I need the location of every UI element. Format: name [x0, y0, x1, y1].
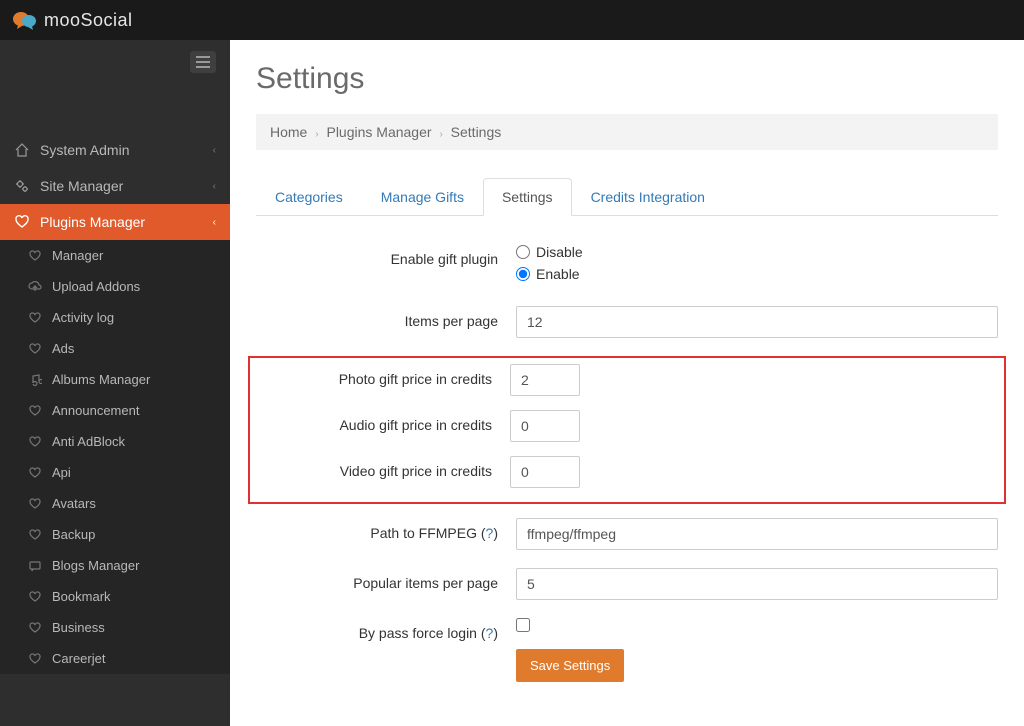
sidebar-sub-label: Activity log — [52, 310, 114, 325]
sidebar-sub-backup[interactable]: Backup — [0, 519, 230, 550]
enable-plugin-label: Enable gift plugin — [256, 244, 516, 267]
sidebar-label: System Admin — [40, 142, 129, 158]
sidebar-sub-api[interactable]: Api — [0, 457, 230, 488]
heart-icon — [28, 435, 42, 449]
sidebar-item-site-manager[interactable]: Site Manager ‹ — [0, 168, 230, 204]
ffmpeg-path-input[interactable] — [516, 518, 998, 550]
tab-settings[interactable]: Settings — [483, 178, 572, 216]
sidebar-item-plugins-manager[interactable]: Plugins Manager ‹ — [0, 204, 230, 240]
sidebar-sub-label: Manager — [52, 248, 103, 263]
popular-items-input[interactable] — [516, 568, 998, 600]
main-content: Settings Home › Plugins Manager › Settin… — [230, 40, 1024, 726]
music-note-icon — [28, 373, 42, 387]
heart-icon — [28, 528, 42, 542]
sidebar-sub-label: Backup — [52, 527, 95, 542]
heart-icon — [28, 621, 42, 635]
enable-radio-option[interactable]: Enable — [516, 266, 998, 282]
chevron-left-icon: ‹ — [213, 181, 216, 192]
disable-radio-option[interactable]: Disable — [516, 244, 998, 260]
chevron-left-icon: ‹ — [213, 145, 216, 156]
message-bubbles-icon — [12, 10, 38, 30]
topbar: mooSocial — [0, 0, 1024, 40]
sidebar-sub-albums-manager[interactable]: Albums Manager — [0, 364, 230, 395]
save-settings-button[interactable]: Save Settings — [516, 649, 624, 682]
tab-manage-gifts[interactable]: Manage Gifts — [362, 178, 483, 216]
breadcrumb-item: Settings — [451, 124, 502, 140]
sidebar-sub-label: Careerjet — [52, 651, 105, 666]
tabs: Categories Manage Gifts Settings Credits… — [256, 178, 998, 216]
sidebar-sub-label: Avatars — [52, 496, 96, 511]
heart-icon — [28, 404, 42, 418]
sidebar-submenu: Manager Upload Addons Activity log Ads A… — [0, 240, 230, 674]
ffmpeg-path-label: Path to FFMPEG (?) — [256, 518, 516, 541]
sidebar-sub-announcement[interactable]: Announcement — [0, 395, 230, 426]
items-per-page-label: Items per page — [256, 306, 516, 329]
home-icon — [14, 142, 30, 158]
gears-icon — [14, 178, 30, 194]
video-price-input[interactable] — [510, 456, 580, 488]
breadcrumb: Home › Plugins Manager › Settings — [256, 114, 998, 150]
sidebar-label: Site Manager — [40, 178, 123, 194]
photo-price-input[interactable] — [510, 364, 580, 396]
heart-icon — [28, 590, 42, 604]
heart-icon — [28, 249, 42, 263]
sidebar-sub-avatars[interactable]: Avatars — [0, 488, 230, 519]
sidebar-sub-label: Business — [52, 620, 105, 635]
items-per-page-input[interactable] — [516, 306, 998, 338]
bypass-login-checkbox[interactable] — [516, 618, 530, 632]
sidebar: System Admin ‹ Site Manager ‹ Plugins Ma… — [0, 40, 230, 726]
breadcrumb-item[interactable]: Plugins Manager — [326, 124, 431, 140]
chat-icon — [28, 559, 42, 573]
sidebar-sub-label: Ads — [52, 341, 74, 356]
heart-icon — [28, 311, 42, 325]
bypass-login-label: By pass force login (?) — [256, 618, 516, 641]
heart-icon — [28, 342, 42, 356]
sidebar-item-system-admin[interactable]: System Admin ‹ — [0, 132, 230, 168]
sidebar-toggle[interactable] — [0, 40, 230, 84]
chevron-left-icon: ‹ — [213, 217, 216, 228]
hamburger-icon — [190, 51, 216, 73]
highlighted-credits-section: Photo gift price in credits Audio gift p… — [248, 356, 1006, 504]
sidebar-sub-upload-addons[interactable]: Upload Addons — [0, 271, 230, 302]
sidebar-sub-label: Upload Addons — [52, 279, 140, 294]
audio-price-label: Audio gift price in credits — [258, 410, 510, 433]
brand-logo[interactable]: mooSocial — [12, 10, 133, 31]
cloud-upload-icon — [28, 280, 42, 294]
sidebar-sub-label: Announcement — [52, 403, 139, 418]
sidebar-sub-blogs-manager[interactable]: Blogs Manager — [0, 550, 230, 581]
audio-price-input[interactable] — [510, 410, 580, 442]
breadcrumb-item[interactable]: Home — [270, 124, 307, 140]
heart-icon — [14, 214, 30, 230]
sidebar-sub-label: Anti AdBlock — [52, 434, 125, 449]
sidebar-sub-label: Api — [52, 465, 71, 480]
tab-categories[interactable]: Categories — [256, 178, 362, 216]
disable-radio[interactable] — [516, 245, 530, 259]
sidebar-sub-business[interactable]: Business — [0, 612, 230, 643]
heart-icon — [28, 652, 42, 666]
heart-icon — [28, 466, 42, 480]
photo-price-label: Photo gift price in credits — [258, 364, 510, 387]
video-price-label: Video gift price in credits — [258, 456, 510, 479]
chevron-right-icon: › — [439, 129, 442, 140]
sidebar-sub-anti-adblock[interactable]: Anti AdBlock — [0, 426, 230, 457]
sidebar-sub-bookmark[interactable]: Bookmark — [0, 581, 230, 612]
page-title: Settings — [256, 62, 998, 96]
sidebar-sub-label: Bookmark — [52, 589, 111, 604]
sidebar-sub-activity-log[interactable]: Activity log — [0, 302, 230, 333]
popular-items-label: Popular items per page — [256, 568, 516, 591]
brand-name: mooSocial — [44, 10, 133, 31]
sidebar-sub-manager[interactable]: Manager — [0, 240, 230, 271]
sidebar-sub-label: Blogs Manager — [52, 558, 139, 573]
tab-credits-integration[interactable]: Credits Integration — [572, 178, 724, 216]
sidebar-sub-label: Albums Manager — [52, 372, 150, 387]
chevron-right-icon: › — [315, 129, 318, 140]
sidebar-label: Plugins Manager — [40, 214, 145, 230]
sidebar-sub-ads[interactable]: Ads — [0, 333, 230, 364]
heart-icon — [28, 497, 42, 511]
enable-radio[interactable] — [516, 267, 530, 281]
sidebar-sub-careerjet[interactable]: Careerjet — [0, 643, 230, 674]
